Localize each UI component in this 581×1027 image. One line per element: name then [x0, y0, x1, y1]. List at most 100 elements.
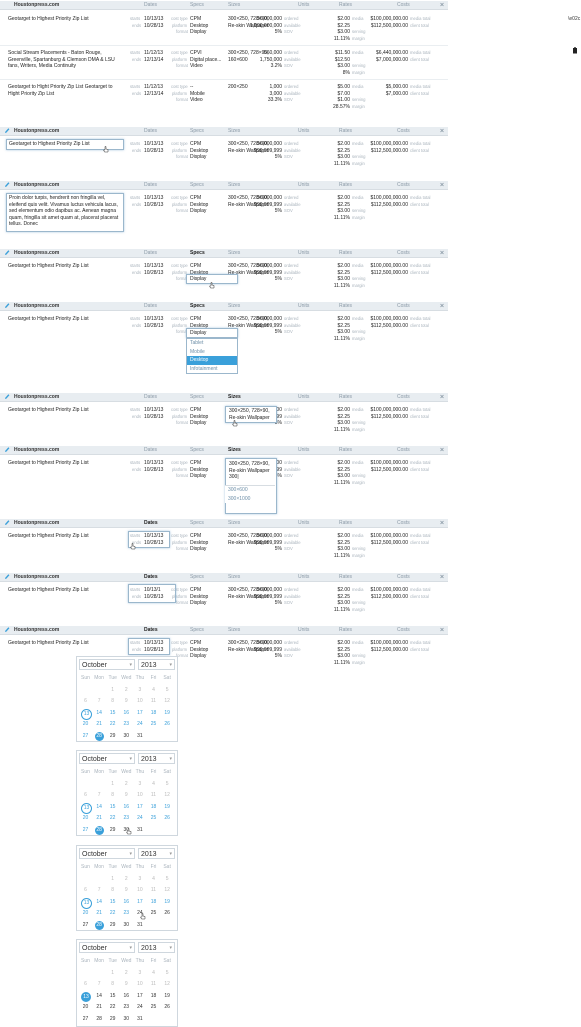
calendar-day[interactable]: 9 — [120, 790, 133, 801]
month-select[interactable]: October ▾ — [79, 659, 135, 670]
calendar-day[interactable]: 14 — [93, 708, 106, 719]
cost-type[interactable]: CPM — [190, 141, 201, 148]
calendar-day[interactable]: 5 — [161, 874, 174, 885]
end-date[interactable]: 10/28/13 — [144, 414, 163, 421]
column-header-rates[interactable]: Rates — [339, 520, 352, 527]
calendar-day[interactable]: 1 — [106, 779, 119, 790]
edit-pencil-icon[interactable] — [4, 393, 10, 400]
calendar-day[interactable]: 7 — [93, 885, 106, 896]
calendar-day[interactable]: 1 — [106, 874, 119, 885]
sizes-input[interactable]: 300×250, 728×90, Re-skin Wallpaper 300| 300… — [225, 458, 277, 514]
calendar-day[interactable]: 5 — [161, 779, 174, 790]
calendar-day[interactable]: 11 — [147, 790, 160, 801]
calendar-day[interactable]: 25 — [147, 813, 160, 824]
calendar-day[interactable]: 5 — [161, 968, 174, 979]
calendar-day[interactable]: 17 — [133, 991, 146, 1002]
column-header-costs[interactable]: Costs — [397, 303, 410, 310]
platform[interactable]: Desktop — [190, 594, 208, 601]
start-date[interactable]: 10/13/13 — [144, 141, 163, 148]
edit-pencil-icon[interactable] — [4, 249, 10, 256]
calendar-day[interactable]: 13 — [81, 897, 92, 909]
format[interactable]: Display — [190, 29, 206, 36]
year-select[interactable]: 2013 ▾ — [138, 942, 175, 953]
column-header-specs[interactable]: Specs — [190, 394, 204, 401]
platform[interactable]: Desktop — [190, 647, 208, 654]
calendar-day[interactable]: 3 — [133, 779, 146, 790]
calendar-day[interactable]: 27 — [79, 920, 92, 931]
calendar-day[interactable]: 7 — [93, 790, 106, 801]
calendar-day[interactable]: 22 — [106, 719, 119, 730]
column-header-units[interactable]: Units — [298, 520, 309, 527]
start-date[interactable]: 10/13/13 — [144, 195, 163, 202]
year-select[interactable]: 2013 ▾ — [138, 659, 175, 670]
calendar-day[interactable]: 24 — [133, 813, 146, 824]
sizes-line1[interactable]: 200×250 — [228, 84, 248, 91]
close-icon[interactable] — [439, 519, 445, 526]
format[interactable]: Display — [190, 600, 206, 607]
cost-type[interactable]: CPM — [190, 533, 201, 540]
column-header-dates[interactable]: Dates — [144, 2, 157, 9]
format[interactable]: Display — [190, 154, 206, 161]
column-header-sizes[interactable]: Sizes — [228, 394, 241, 401]
cost-type[interactable]: CPVI — [190, 50, 202, 57]
start-date-input[interactable] — [128, 584, 176, 603]
calendar-day[interactable]: 31 — [133, 825, 146, 836]
calendar-day[interactable]: 20 — [79, 719, 92, 730]
calendar-day[interactable]: 2 — [120, 874, 133, 885]
calendar-day[interactable]: 25 — [147, 908, 160, 919]
platform[interactable]: Desktop — [190, 148, 208, 155]
calendar-day[interactable]: 21 — [93, 1002, 106, 1013]
calendar-day[interactable]: 1 — [106, 968, 119, 979]
calendar-day[interactable]: 12 — [161, 790, 174, 801]
calendar-day[interactable]: 15 — [106, 897, 119, 908]
calendar-day[interactable]: 28 — [94, 825, 104, 835]
month-select[interactable]: October ▾ — [79, 942, 135, 953]
calendar-day[interactable]: 22 — [106, 1002, 119, 1013]
format[interactable]: Display — [190, 546, 206, 553]
calendar-day[interactable]: 26 — [161, 908, 174, 919]
calendar-day[interactable]: 15 — [106, 802, 119, 813]
close-icon[interactable] — [439, 127, 445, 134]
calendar-day[interactable]: 23 — [120, 719, 133, 730]
calendar-day[interactable]: 6 — [79, 885, 92, 896]
close-icon[interactable] — [439, 446, 445, 453]
calendar-day[interactable]: 4 — [147, 685, 160, 696]
calendar-day[interactable]: 2 — [120, 968, 133, 979]
column-header-units[interactable]: Units — [298, 250, 309, 257]
column-header-sizes[interactable]: Sizes — [228, 2, 240, 9]
calendar-day[interactable]: 5 — [161, 685, 174, 696]
column-header-rates[interactable]: Rates — [339, 128, 352, 135]
format[interactable]: Display — [190, 653, 206, 660]
column-header-sizes[interactable]: Sizes — [228, 250, 240, 257]
calendar-day[interactable]: 21 — [93, 813, 106, 824]
calendar-day[interactable]: 18 — [147, 802, 160, 813]
start-date[interactable]: 11/12/13 — [144, 50, 163, 57]
size-suggestion[interactable]: 300×1000 — [225, 495, 275, 504]
end-date[interactable]: 12/13/14 — [144, 91, 163, 98]
calendar-day[interactable]: 31 — [133, 920, 146, 931]
calendar-day[interactable]: 9 — [120, 885, 133, 896]
close-icon[interactable] — [439, 302, 445, 309]
calendar-day[interactable]: 23 — [120, 908, 133, 919]
column-header-units[interactable]: Units — [298, 447, 309, 454]
calendar-day[interactable]: 7 — [93, 696, 106, 707]
column-header-sizes[interactable]: Sizes — [228, 520, 240, 527]
calendar-day[interactable]: 16 — [120, 897, 133, 908]
calendar-day[interactable]: 22 — [106, 908, 119, 919]
column-header-costs[interactable]: Costs — [397, 182, 410, 189]
cost-type[interactable]: CPM — [190, 316, 201, 323]
calendar-day[interactable]: 25 — [147, 719, 160, 730]
calendar-day[interactable]: 2 — [120, 779, 133, 790]
column-header-specs[interactable]: Specs — [190, 574, 204, 581]
calendar-day[interactable]: 12 — [161, 696, 174, 707]
column-header-dates[interactable]: Dates — [144, 627, 158, 634]
column-header-costs[interactable]: Costs — [397, 574, 410, 581]
calendar-day[interactable]: 11 — [147, 979, 160, 990]
calendar-day[interactable]: 23 — [120, 813, 133, 824]
calendar-day[interactable]: 10 — [133, 696, 146, 707]
calendar-day[interactable]: 3 — [133, 874, 146, 885]
column-header-units[interactable]: Units — [298, 303, 309, 310]
calendar-day[interactable]: 14 — [93, 802, 106, 813]
year-select[interactable]: 2013 ▾ — [138, 848, 175, 859]
format[interactable]: Display — [190, 420, 206, 427]
